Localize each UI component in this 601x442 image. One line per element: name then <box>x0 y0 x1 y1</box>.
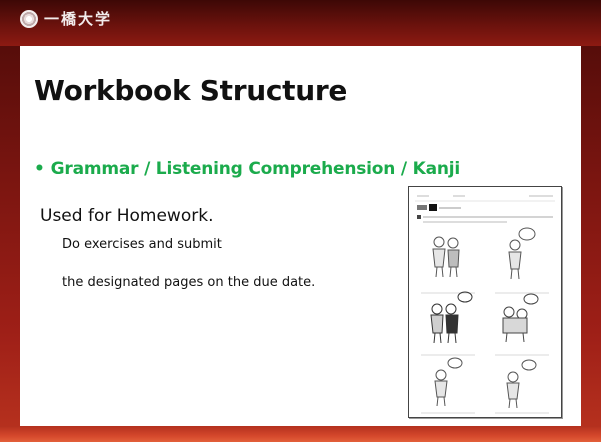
body-main-text: Used for Homework. <box>40 206 214 226</box>
bullet-marker: • <box>34 159 45 179</box>
slide-header: 一橋大学 <box>0 0 601 46</box>
university-logo-text: 一橋大学 <box>44 10 113 28</box>
body-sub-text-1: Do exercises and submit <box>62 237 222 252</box>
content-panel: Workbook Structure • Grammar / Listening … <box>20 46 581 426</box>
slide: 一橋大学 Workbook Structure • Grammar / Liste… <box>0 0 601 442</box>
workbook-page-icon <box>415 195 555 414</box>
bullet-text: Grammar / Listening Comprehension / Kanj… <box>50 159 461 179</box>
slide-footer-bar <box>0 426 601 442</box>
body-sub-text-2: the designated pages on the due date. <box>62 275 316 290</box>
bullet-point: • Grammar / Listening Comprehension / Kan… <box>34 159 460 179</box>
workbook-page-thumbnail <box>408 186 562 418</box>
university-emblem-icon <box>20 10 38 28</box>
slide-title: Workbook Structure <box>34 74 348 107</box>
